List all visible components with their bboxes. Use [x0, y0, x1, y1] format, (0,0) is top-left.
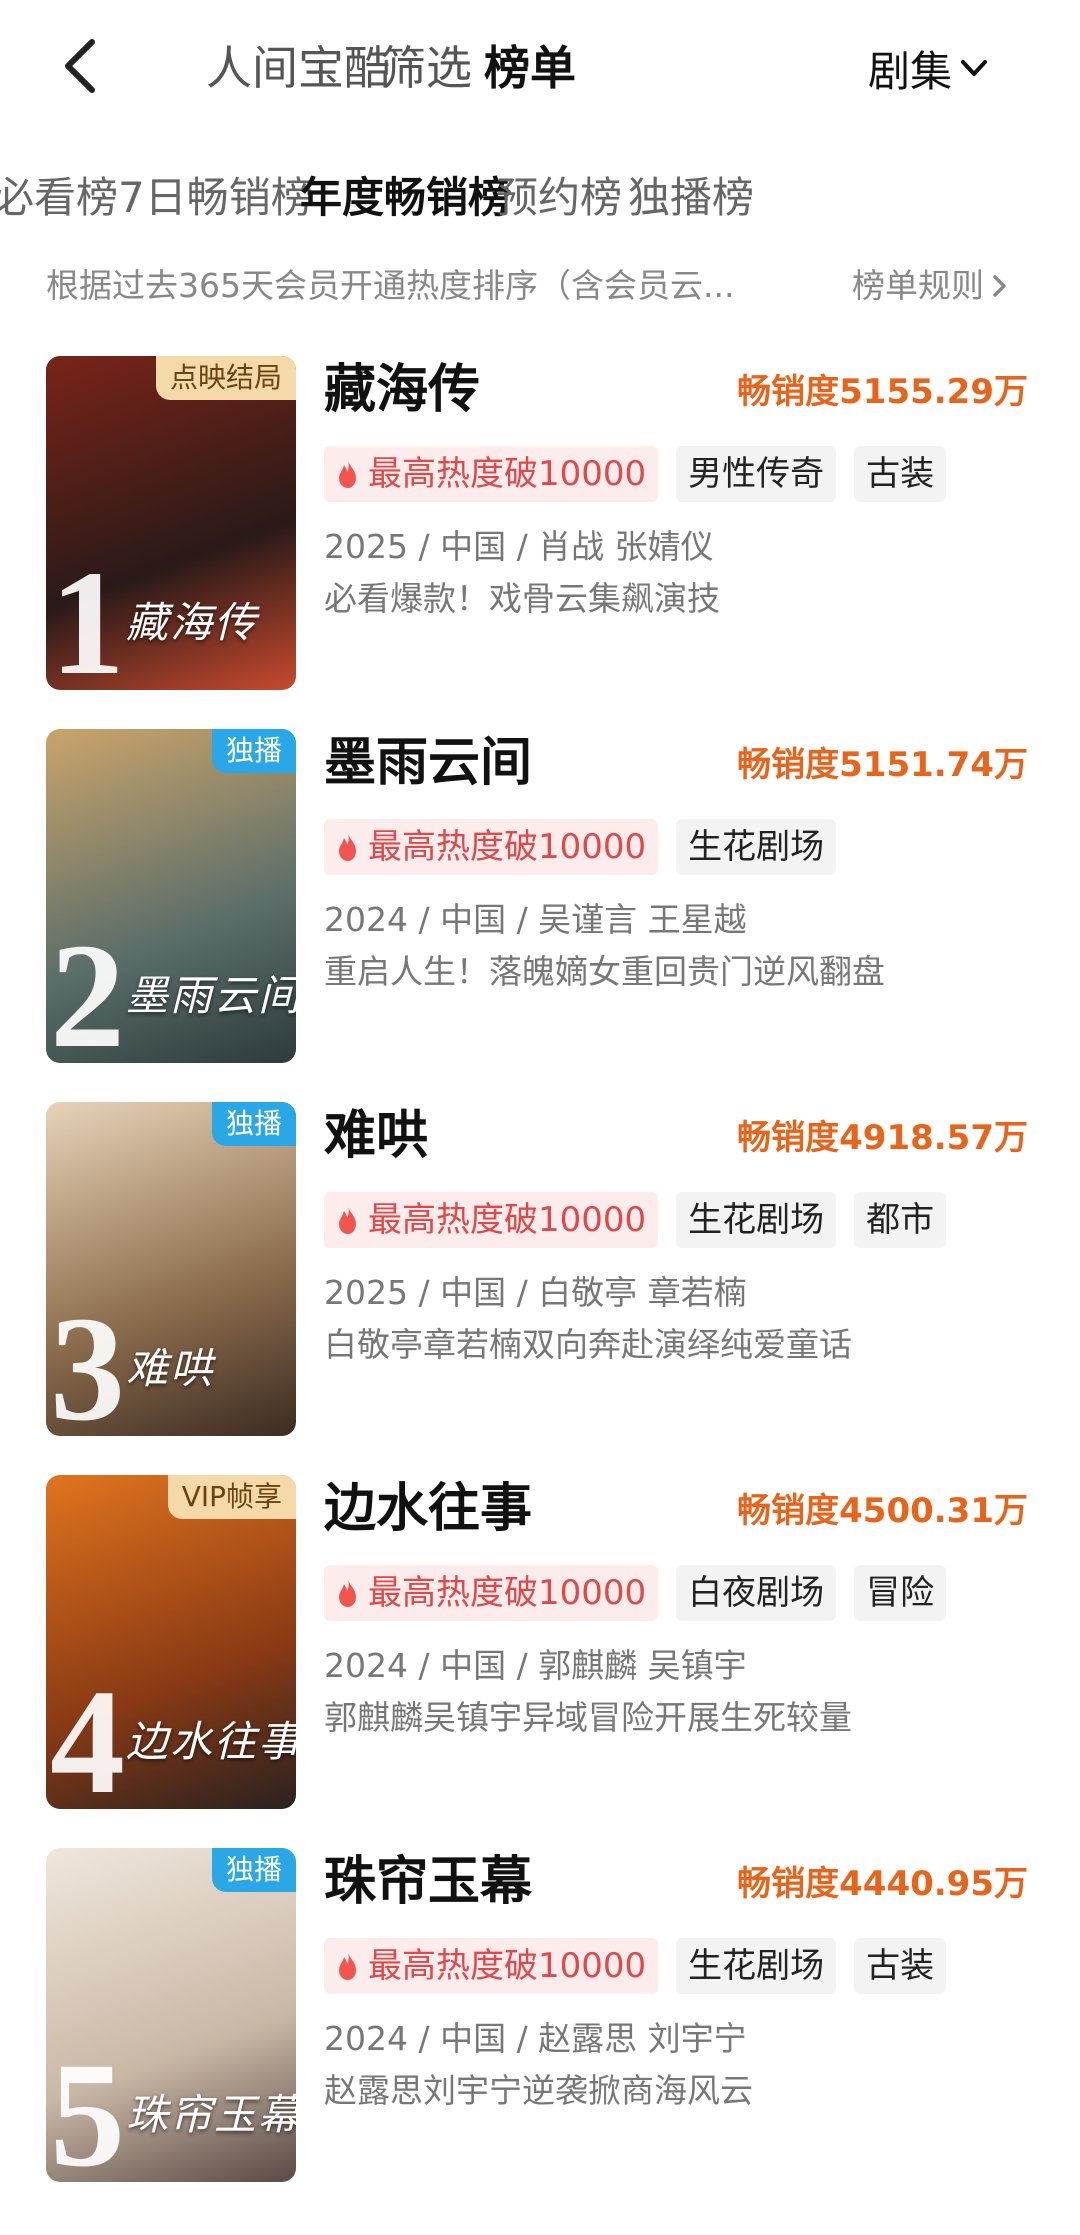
poster-image[interactable]: VIP帧享 4 边水往事: [46, 1475, 296, 1809]
flame-icon: [339, 833, 356, 861]
ranking-description-row: 根据过去365天会员开通热度排序（含会员云... 榜单规则: [0, 258, 1080, 314]
show-title[interactable]: 边水往事: [324, 1471, 532, 1547]
poster-badge: 独播: [211, 1848, 296, 1892]
sales-score: 畅销度4440.95万: [737, 1864, 1028, 1904]
show-blurb: 白敬亭章若楠双向奔赴演绎纯爱童话: [324, 1325, 852, 1364]
rank-number: 4: [50, 1659, 125, 1809]
ranking-item[interactable]: 独播 2 墨雨云间 墨雨云间 畅销度5151.74万 最高热度破10000 生花…: [0, 725, 1080, 1065]
show-blurb: 郭麒麟吴镇宇异域冒险开展生死较量: [324, 1698, 852, 1737]
poster-badge: 点映结局: [155, 356, 296, 400]
heat-label: 最高热度破10000: [368, 1946, 647, 1986]
heat-tag: 最高热度破10000: [324, 819, 659, 875]
tab-filter[interactable]: 筛选: [380, 38, 472, 98]
show-meta: 2025 / 中国 / 白敬亭 章若楠: [324, 1273, 747, 1312]
poster-badge: VIP帧享: [167, 1475, 296, 1519]
rank-number: 3: [50, 1286, 125, 1436]
poster-title-art: 难哄: [126, 1344, 215, 1393]
genre-tag[interactable]: 生花剧场: [676, 819, 837, 875]
rank-number: 1: [50, 540, 125, 690]
genre-tag[interactable]: 男性传奇: [676, 446, 837, 502]
poster-badge: 独播: [211, 729, 296, 773]
category-dropdown[interactable]: 剧集: [868, 38, 990, 98]
sales-score: 畅销度4500.31万: [737, 1491, 1028, 1531]
genre-tag[interactable]: 古装: [854, 446, 947, 502]
poster-image[interactable]: 独播 2 墨雨云间: [46, 729, 296, 1063]
show-meta: 2024 / 中国 / 吴谨言 王星越: [324, 900, 747, 939]
subtab-exclusive[interactable]: 独播榜: [628, 158, 754, 238]
heat-tag: 最高热度破10000: [324, 1565, 659, 1621]
poster-image[interactable]: 点映结局 1 藏海传: [46, 356, 296, 690]
poster-title-art: 藏海传: [126, 598, 259, 647]
genre-tag[interactable]: 古装: [854, 1938, 947, 1994]
subtab-reservation[interactable]: 预约榜: [496, 158, 622, 238]
genre-tag[interactable]: 白夜剧场: [676, 1565, 837, 1621]
category-label: 剧集: [868, 46, 953, 96]
rank-number: 5: [50, 2032, 125, 2182]
tab-renjian-baoku[interactable]: 人间宝酷: [206, 38, 390, 98]
subtab-annual-bestseller[interactable]: 年度畅销榜: [300, 158, 510, 238]
flame-icon: [339, 460, 356, 488]
show-title[interactable]: 难哄: [324, 1098, 428, 1174]
show-blurb: 必看爆款！戏骨云集飙演技: [324, 579, 720, 618]
genre-tag[interactable]: 都市: [854, 1192, 947, 1248]
tag-row: 最高热度破10000 生花剧场 古装: [324, 1938, 947, 1994]
sales-score: 畅销度4918.57万: [737, 1118, 1028, 1158]
chevron-right-icon: [993, 275, 1006, 297]
rank-number: 2: [50, 913, 125, 1063]
sales-score: 畅销度5155.29万: [737, 372, 1028, 412]
ranking-item[interactable]: 独播 5 珠帘玉幕 珠帘玉幕 畅销度4440.95万 最高热度破10000 生花…: [0, 1844, 1080, 2184]
subtab-7day-bestseller[interactable]: 7日畅销榜: [118, 158, 313, 238]
ranking-item[interactable]: VIP帧享 4 边水往事 边水往事 畅销度4500.31万 最高热度破10000…: [0, 1471, 1080, 1811]
heat-label: 最高热度破10000: [368, 827, 647, 867]
poster-badge: 独播: [211, 1102, 296, 1146]
top-navigation-bar: 人间宝酷 筛选 榜单 剧集: [0, 0, 1080, 140]
show-meta: 2025 / 中国 / 肖战 张婧仪: [324, 527, 714, 566]
show-blurb: 赵露思刘宇宁逆袭掀商海风云: [324, 2071, 753, 2110]
back-arrow-icon[interactable]: [52, 30, 112, 102]
show-meta: 2024 / 中国 / 赵露思 刘宇宁: [324, 2019, 747, 2058]
genre-tag[interactable]: 生花剧场: [676, 1192, 837, 1248]
heat-tag: 最高热度破10000: [324, 1938, 659, 1994]
tag-row: 最高热度破10000 生花剧场: [324, 819, 837, 875]
ranking-description: 根据过去365天会员开通热度排序（含会员云...: [46, 266, 735, 305]
rules-link-label: 榜单规则: [852, 266, 984, 305]
poster-image[interactable]: 独播 3 难哄: [46, 1102, 296, 1436]
flame-icon: [339, 1206, 356, 1234]
flame-icon: [339, 1952, 356, 1980]
tag-row: 最高热度破10000 男性传奇 古装: [324, 446, 947, 502]
genre-tag[interactable]: 冒险: [854, 1565, 947, 1621]
show-meta: 2024 / 中国 / 郭麒麟 吴镇宇: [324, 1646, 747, 1685]
show-blurb: 重启人生！落魄嫡女重回贵门逆风翻盘: [324, 952, 885, 991]
show-title[interactable]: 珠帘玉幕: [324, 1844, 532, 1920]
heat-tag: 最高热度破10000: [324, 1192, 659, 1248]
chevron-down-icon: [961, 60, 988, 76]
ranking-item[interactable]: 点映结局 1 藏海传 藏海传 畅销度5155.29万 最高热度破10000 男性…: [0, 352, 1080, 692]
ranking-item[interactable]: 独播 3 难哄 难哄 畅销度4918.57万 最高热度破10000 生花剧场 都市…: [0, 1098, 1080, 1438]
show-title[interactable]: 藏海传: [324, 352, 480, 428]
tag-row: 最高热度破10000 生花剧场 都市: [324, 1192, 947, 1248]
tag-row: 最高热度破10000 白夜剧场 冒险: [324, 1565, 947, 1621]
show-title[interactable]: 墨雨云间: [324, 725, 532, 801]
poster-title-art: 墨雨云间: [126, 971, 296, 1020]
heat-label: 最高热度破10000: [368, 1200, 647, 1240]
genre-tag[interactable]: 生花剧场: [676, 1938, 837, 1994]
subtab-must-watch[interactable]: 必看榜: [0, 158, 118, 238]
ranking-rules-link[interactable]: 榜单规则: [852, 258, 1010, 314]
heat-label: 最高热度破10000: [368, 1573, 647, 1613]
sales-score: 畅销度5151.74万: [737, 745, 1028, 785]
poster-image[interactable]: 独播 5 珠帘玉幕: [46, 1848, 296, 2182]
flame-icon: [339, 1579, 356, 1607]
heat-label: 最高热度破10000: [368, 454, 647, 494]
poster-title-art: 珠帘玉幕: [126, 2090, 296, 2139]
tab-rankings[interactable]: 榜单: [484, 38, 576, 98]
heat-tag: 最高热度破10000: [324, 446, 659, 502]
ranking-subtabs: 必看榜 7日畅销榜 年度畅销榜 预约榜 独播榜: [0, 158, 1080, 238]
poster-title-art: 边水往事: [126, 1717, 296, 1766]
